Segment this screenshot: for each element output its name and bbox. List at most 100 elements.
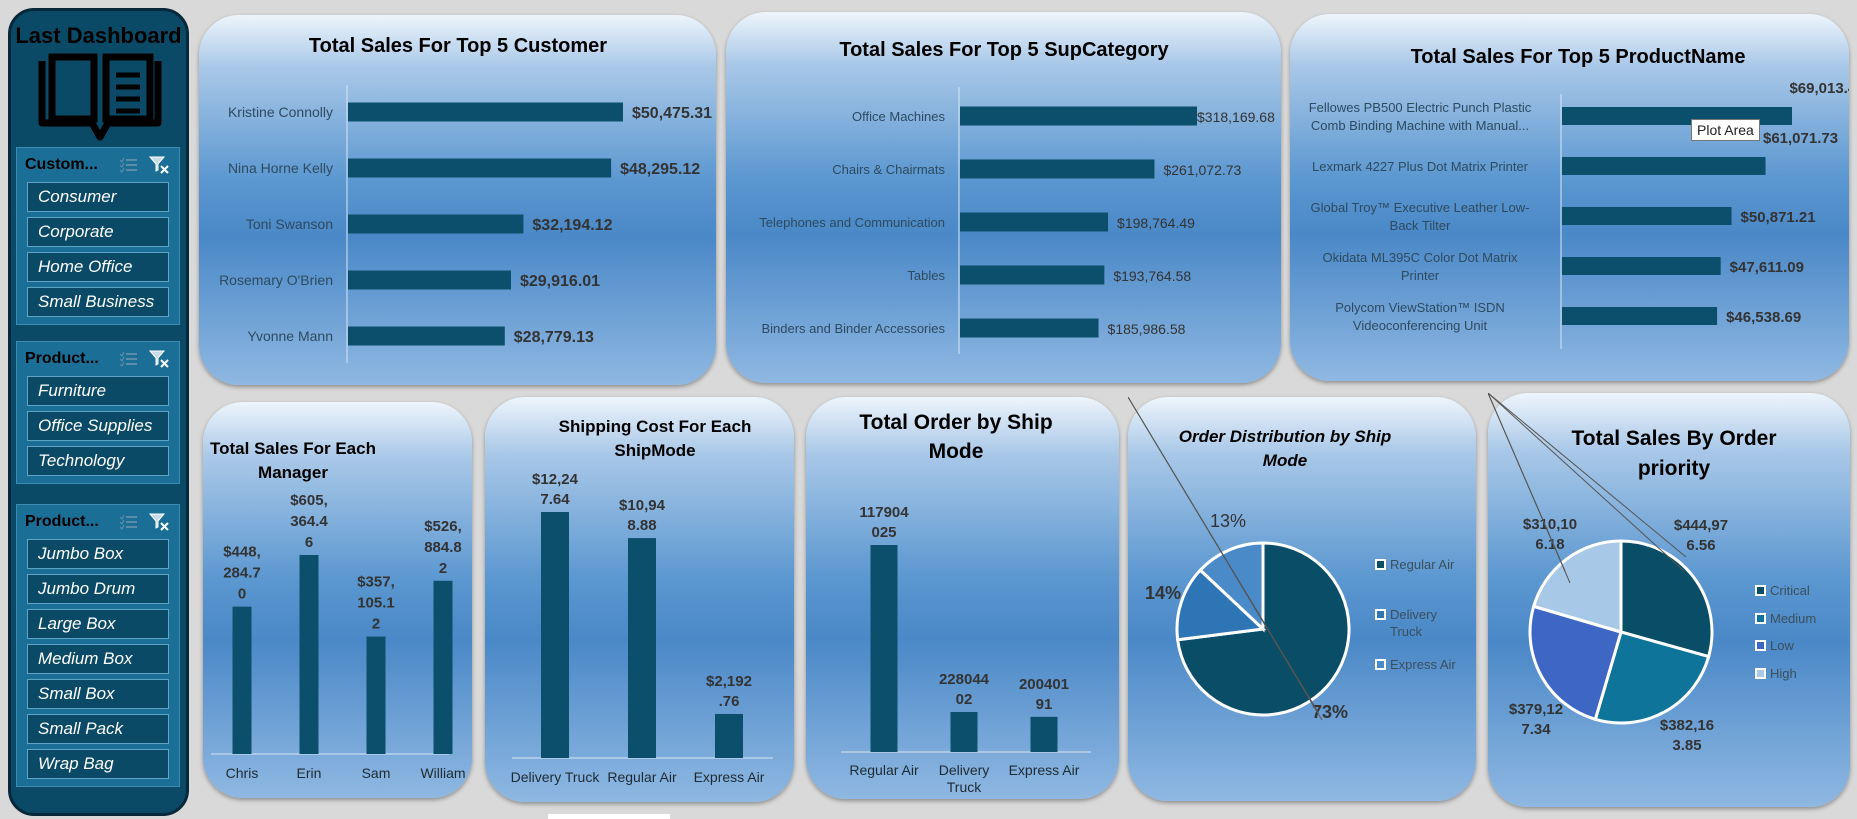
clear-filter-icon[interactable] xyxy=(149,512,169,532)
leader-line xyxy=(1488,393,1685,572)
chart-title: Total Sales For Top 5 SupCategory xyxy=(839,39,1169,61)
slicer-item[interactable]: Jumbo Box xyxy=(27,539,169,569)
data-label: 884.8 xyxy=(424,539,462,556)
card-order-priority: Total Sales By Order priority $444,97 6.56 $… xyxy=(1488,393,1850,807)
data-label: 8.88 xyxy=(627,517,656,534)
chart-top-subcategory[interactable]: Total Sales For Top 5 SupCategory Office … xyxy=(726,12,1281,383)
data-label: $261,072.73 xyxy=(1163,162,1241,178)
chart-title: Total Sales For Each xyxy=(210,439,376,458)
slicer-0: Custom... Consumer Corporate Home Office Sma… xyxy=(16,147,180,325)
clear-filter-icon[interactable] xyxy=(149,349,169,369)
bar-1 xyxy=(960,159,1155,179)
slicer-item[interactable]: Small Business xyxy=(27,287,169,317)
data-label: 364.4 xyxy=(290,513,328,530)
legend-label: Critical xyxy=(1770,583,1810,598)
slicer-item[interactable]: Corporate xyxy=(27,217,169,247)
multi-select-icon[interactable] xyxy=(119,155,139,175)
slicer-item[interactable]: Small Box xyxy=(27,679,169,709)
bar-0 xyxy=(960,106,1197,126)
data-label: 6.18 xyxy=(1535,536,1564,553)
data-label: $61,071.73 xyxy=(1763,130,1838,147)
category-label: Express Air xyxy=(1009,762,1080,778)
data-label: $198,764.49 xyxy=(1117,215,1195,231)
data-label: $46,538.69 xyxy=(1726,309,1801,326)
category-label: Telephones and Communication xyxy=(759,215,945,230)
slicer-item[interactable]: Large Box xyxy=(27,609,169,639)
category-label: Back Tilter xyxy=(1390,218,1451,233)
slicer-item[interactable]: Furniture xyxy=(27,376,169,406)
bar-2 xyxy=(1562,207,1732,225)
legend-label: Regular Air xyxy=(1390,557,1455,572)
data-label: $50,475.31 xyxy=(632,105,712,122)
category-label: Chairs & Chairmats xyxy=(832,162,945,177)
bar-4 xyxy=(960,318,1099,338)
bar-1 xyxy=(628,538,656,758)
data-label: 228044 xyxy=(939,671,990,688)
data-label: $444,97 xyxy=(1674,517,1728,534)
data-label: $47,611.09 xyxy=(1730,259,1804,276)
slicer-item[interactable]: Home Office xyxy=(27,252,169,282)
data-label: $379,12 xyxy=(1509,701,1563,718)
card-sales-manager: Total Sales For Each Manager $448, 284.7 0 Ch… xyxy=(203,402,472,798)
slicer-item[interactable]: Office Supplies xyxy=(27,411,169,441)
category-label: Videoconferencing Unit xyxy=(1353,318,1488,333)
data-label: $448, xyxy=(223,544,261,561)
bar-3 xyxy=(960,265,1105,285)
chart-order-distribution[interactable]: Order Distribution by ShipMode73%14%13%R… xyxy=(1128,397,1476,801)
legend-swatch xyxy=(1375,609,1386,620)
data-label: $382,16 xyxy=(1660,717,1714,734)
slicer-title: Product... xyxy=(25,513,99,530)
legend-swatch xyxy=(1755,640,1766,651)
slicer-item[interactable]: Small Pack xyxy=(27,714,169,744)
chart-top-products[interactable]: Total Sales For Top 5 ProductName Fellowe… xyxy=(1290,14,1849,381)
data-label: $69,013.48 xyxy=(1789,80,1849,97)
chart-orders-shipmode[interactable]: Total Order by Ship Mode 117904 025 Regular … xyxy=(806,397,1119,799)
chart-sales-manager[interactable]: Total Sales For Each Manager $448, 284.7 0 Ch… xyxy=(203,402,472,798)
data-label: 2 xyxy=(439,560,447,577)
multi-select-icon[interactable] xyxy=(119,349,139,369)
slicer-title: Product... xyxy=(25,350,99,367)
slicer-item[interactable]: Wrap Bag xyxy=(27,749,169,779)
bar-0 xyxy=(348,102,623,122)
dashboard-title: Last Dashboard xyxy=(15,23,182,48)
slicer-header: Custom... xyxy=(17,148,179,182)
chart-title: Total Sales For Top 5 Customer xyxy=(309,35,607,57)
sheet-scroll-strip xyxy=(548,814,670,819)
category-label: Nina Horne Kelly xyxy=(228,160,333,176)
chart-title: Total Order by Ship xyxy=(859,411,1052,434)
multi-select-icon[interactable] xyxy=(119,512,139,532)
data-label: 025 xyxy=(871,524,896,541)
slicer-header: Product... xyxy=(17,505,179,539)
slicer-item[interactable]: Jumbo Drum xyxy=(27,574,169,604)
data-label: 105.1 xyxy=(357,595,395,612)
chart-order-priority[interactable]: Total Sales By Order priority $444,97 6.56 $… xyxy=(1488,393,1850,807)
chart-title: Shipping Cost For Each xyxy=(559,417,752,436)
chart-title: Order Distribution by Ship xyxy=(1179,427,1392,446)
bar-2 xyxy=(715,713,743,758)
chart-top-customers[interactable]: Total Sales For Top 5 Customer Kristine C… xyxy=(199,15,716,385)
clear-filter-icon[interactable] xyxy=(149,155,169,175)
category-label: Regular Air xyxy=(849,762,919,778)
category-label: Erin xyxy=(297,765,322,781)
bar-3 xyxy=(433,580,453,754)
data-label: 91 xyxy=(1036,696,1053,713)
card-top-products: Total Sales For Top 5 ProductName Fellowe… xyxy=(1290,14,1849,381)
data-label: 7.34 xyxy=(1521,721,1551,738)
category-label: Kristine Connolly xyxy=(228,104,333,120)
data-label: $12,24 xyxy=(532,471,579,488)
data-label: 2 xyxy=(372,616,380,633)
slicer-item[interactable]: Technology xyxy=(27,446,169,476)
data-label: $526, xyxy=(424,518,462,535)
data-label: 284.7 xyxy=(223,565,261,582)
legend-label: Truck xyxy=(1390,624,1423,639)
category-label: Sam xyxy=(362,765,391,781)
category-label: Okidata ML395C Color Dot Matrix xyxy=(1322,250,1518,265)
slicer-item[interactable]: Medium Box xyxy=(27,644,169,674)
category-label: Regular Air xyxy=(607,769,677,785)
chart-shipping-cost[interactable]: Shipping Cost For Each ShipMode $12,24 7.64… xyxy=(485,397,794,802)
category-label: Global Troy™ Executive Leather Low- xyxy=(1311,200,1530,215)
bar-0 xyxy=(232,606,252,754)
category-label: Express Air xyxy=(694,769,765,785)
data-label: $10,94 xyxy=(619,497,666,514)
slicer-item[interactable]: Consumer xyxy=(27,182,169,212)
